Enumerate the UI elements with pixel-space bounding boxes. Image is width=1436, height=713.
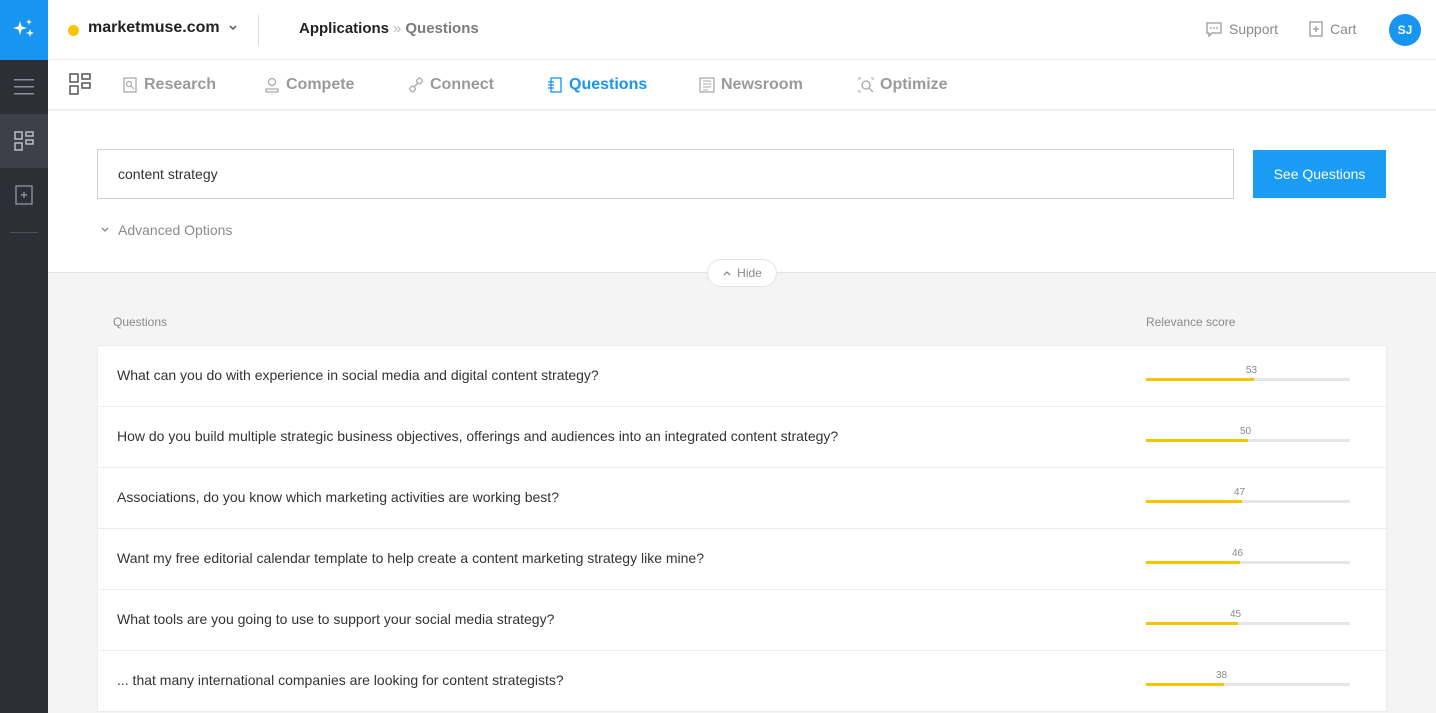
tab-newsroom[interactable]: Newsroom <box>699 76 803 94</box>
cart-label: Cart <box>1330 21 1357 37</box>
avatar[interactable]: SJ <box>1389 14 1421 46</box>
relevance-score: 47 <box>1234 487 1246 498</box>
questions-icon <box>548 77 562 93</box>
advanced-options-label: Advanced Options <box>118 222 233 238</box>
question-text[interactable]: What can you do with experience in socia… <box>117 367 599 383</box>
applications-nav-button[interactable] <box>0 114 48 168</box>
table-row[interactable]: ... that many international companies ar… <box>98 651 1386 712</box>
app-tabs: Research Compete Connect Questions Newsr… <box>48 60 1436 110</box>
tab-label: Compete <box>286 76 355 93</box>
relevance-bar-fill <box>1146 378 1254 381</box>
tab-research[interactable]: Research <box>122 76 216 94</box>
rail-divider <box>10 232 38 233</box>
relevance-score: 50 <box>1240 426 1252 437</box>
questions-column-header: Questions <box>113 315 168 329</box>
relevance-bar <box>1146 500 1350 503</box>
relevance-column-header: Relevance score <box>1146 315 1236 329</box>
topbar-divider <box>258 15 259 45</box>
tab-label: Research <box>144 76 217 93</box>
see-questions-button[interactable]: See Questions <box>1253 150 1386 198</box>
table-row[interactable]: How do you build multiple strategic busi… <box>98 407 1386 468</box>
questions-list: What can you do with experience in socia… <box>97 345 1387 712</box>
connect-icon <box>408 77 424 93</box>
breadcrumb-applications[interactable]: Applications <box>299 20 389 37</box>
table-row[interactable]: Associations, do you know which marketin… <box>98 468 1386 529</box>
add-document-icon <box>15 185 33 205</box>
question-text[interactable]: Want my free editorial calendar template… <box>117 550 704 566</box>
support-label: Support <box>1229 21 1279 37</box>
relevance-bar <box>1146 439 1350 442</box>
hide-label: Hide <box>737 266 762 280</box>
search-input[interactable] <box>97 149 1234 199</box>
relevance-bar <box>1146 378 1350 381</box>
relevance-score: 46 <box>1232 548 1244 559</box>
sparkle-icon <box>13 19 34 37</box>
breadcrumb-questions: Questions <box>405 20 479 37</box>
relevance-bar <box>1146 561 1350 564</box>
apps-grid-icon <box>14 131 34 151</box>
chevron-down-icon[interactable] <box>228 24 238 32</box>
add-document-button[interactable] <box>0 168 48 222</box>
marketmuse-logo[interactable] <box>0 0 48 60</box>
research-icon <box>123 77 137 93</box>
newsroom-icon <box>699 77 715 93</box>
relevance-bar-fill <box>1146 439 1248 442</box>
tab-compete[interactable]: Compete <box>264 76 354 94</box>
top-bar: marketmuse.com Applications» Questions Su… <box>48 0 1436 60</box>
breadcrumb-separator: » <box>393 20 402 37</box>
table-row[interactable]: What tools are you going to use to suppo… <box>98 590 1386 651</box>
table-row[interactable]: Want my free editorial calendar template… <box>98 529 1386 590</box>
tab-label: Questions <box>569 76 648 93</box>
hide-panel-button[interactable]: Hide <box>707 259 777 287</box>
support-link[interactable]: Support <box>1206 21 1278 37</box>
relevance-bar <box>1146 683 1350 686</box>
relevance-bar-fill <box>1146 561 1240 564</box>
relevance-score: 38 <box>1216 670 1228 681</box>
support-chat-icon <box>1206 21 1222 37</box>
relevance-bar-fill <box>1146 500 1242 503</box>
tab-connect[interactable]: Connect <box>408 76 494 94</box>
cart-icon <box>1309 21 1323 37</box>
tab-optimize[interactable]: Optimize <box>858 76 948 94</box>
question-text[interactable]: What tools are you going to use to suppo… <box>117 611 554 627</box>
site-selector[interactable]: marketmuse.com <box>88 19 220 37</box>
tab-label: Connect <box>430 76 494 93</box>
apps-grid-icon[interactable] <box>69 73 91 95</box>
cart-link[interactable]: Cart <box>1309 21 1356 37</box>
relevance-bar <box>1146 622 1350 625</box>
relevance-score: 53 <box>1246 365 1258 376</box>
chevron-up-icon <box>723 271 731 276</box>
question-text[interactable]: Associations, do you know which marketin… <box>117 489 559 505</box>
relevance-score: 45 <box>1230 609 1242 620</box>
menu-button[interactable] <box>0 60 48 114</box>
tab-label: Optimize <box>880 76 948 93</box>
optimize-icon <box>858 77 874 93</box>
relevance-bar-fill <box>1146 622 1238 625</box>
table-row[interactable]: What can you do with experience in socia… <box>98 346 1386 407</box>
left-rail <box>0 0 48 713</box>
tab-questions[interactable]: Questions <box>547 76 647 94</box>
relevance-bar-fill <box>1146 683 1224 686</box>
advanced-options-toggle[interactable]: Advanced Options <box>100 222 232 238</box>
question-text[interactable]: ... that many international companies ar… <box>117 672 564 688</box>
tab-label: Newsroom <box>721 76 803 93</box>
site-status-dot <box>68 25 79 36</box>
chevron-down-icon <box>101 227 109 232</box>
breadcrumb: Applications» Questions <box>299 20 479 37</box>
search-panel: See Questions Advanced Options Hide <box>48 111 1436 287</box>
hamburger-icon <box>14 79 34 95</box>
compete-icon <box>265 77 279 93</box>
question-text[interactable]: How do you build multiple strategic busi… <box>117 428 838 444</box>
